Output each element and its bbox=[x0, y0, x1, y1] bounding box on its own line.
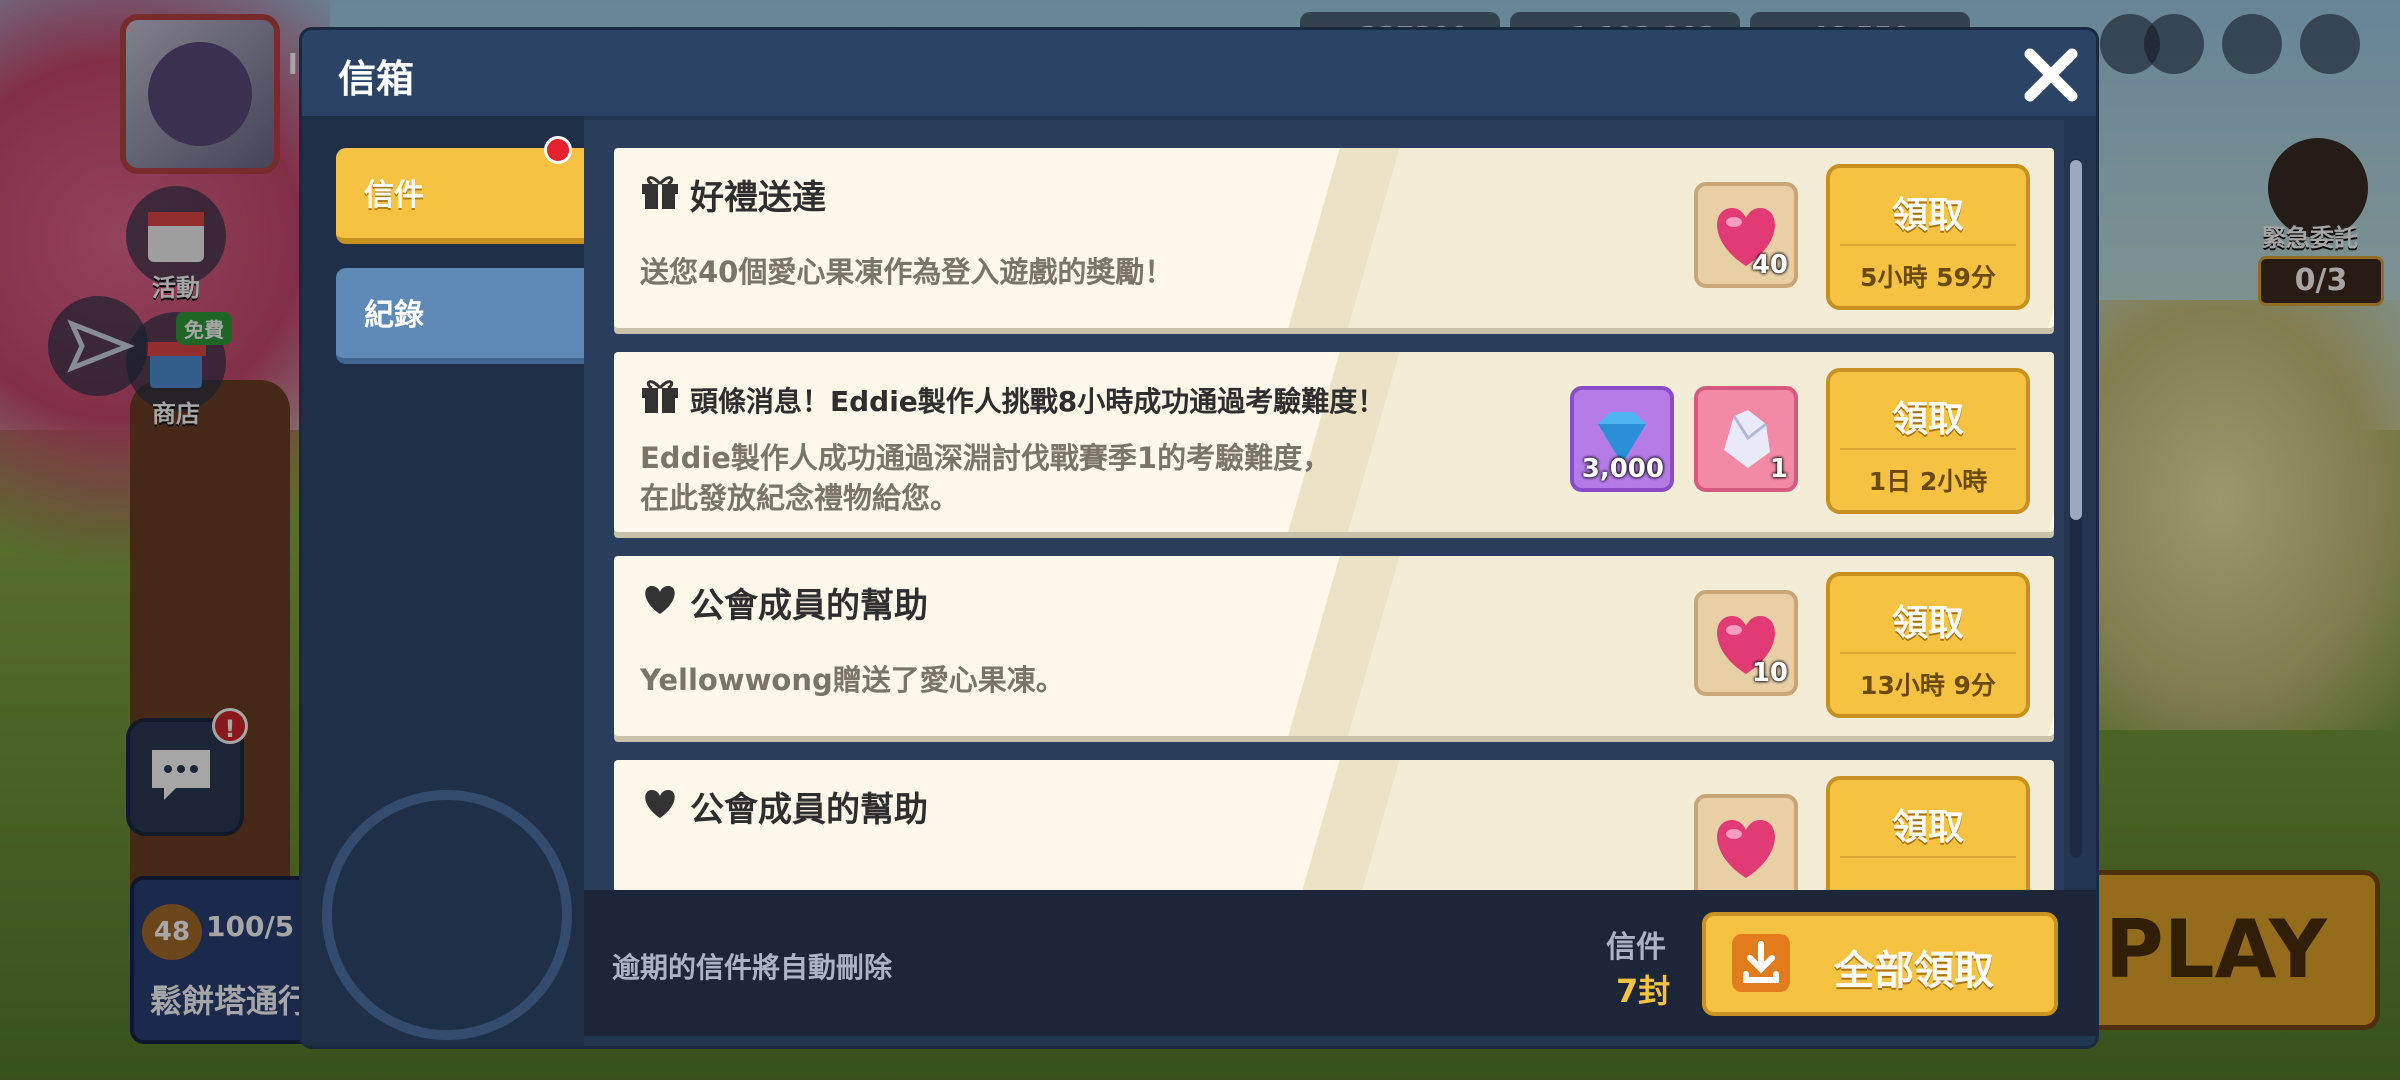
tab-history[interactable]: 紀錄 bbox=[336, 268, 592, 364]
expiry-note: 逾期的信件將自動刪除 bbox=[612, 951, 893, 984]
claim-all-label: 全部領取 bbox=[1834, 948, 1994, 994]
reward-item[interactable]: 40 bbox=[1694, 182, 1798, 288]
heart-jelly-icon bbox=[1717, 820, 1775, 878]
claim-time-left: 5小時 59分 bbox=[1860, 263, 1996, 292]
mail-item: 頭條消息！Eddie製作人挑戰8小時成功通過考驗難度！ Eddie製作人成功通過… bbox=[614, 352, 2054, 532]
claim-divider bbox=[1840, 448, 2016, 450]
claim-button[interactable]: 領取 5小時 59分 bbox=[1826, 164, 2030, 310]
dialog-title: 信箱 bbox=[338, 57, 415, 101]
mail-item: 公會成員的幫助 領取 bbox=[614, 760, 2054, 890]
mail-title: 公會成員的幫助 bbox=[690, 586, 928, 626]
reward-count: 3,000 bbox=[1581, 454, 1664, 484]
scrollbar-thumb[interactable] bbox=[2070, 160, 2082, 520]
tab-mail-notification-dot bbox=[544, 136, 572, 164]
reward-count: 10 bbox=[1751, 658, 1788, 688]
mail-title: 好禮送達 bbox=[690, 178, 826, 218]
claim-divider bbox=[1840, 244, 2016, 246]
claim-button[interactable]: 領取 13小時 9分 bbox=[1826, 572, 2030, 718]
reward-item[interactable]: 3,000 bbox=[1570, 386, 1674, 492]
mail-title: 公會成員的幫助 bbox=[690, 790, 928, 830]
mail-list[interactable]: 好禮送達 送您40個愛心果凍作為登入遊戲的獎勵！ 40 領取 5小時 59分 頭… bbox=[584, 120, 2064, 890]
heart-icon bbox=[645, 790, 675, 818]
gift-icon bbox=[642, 380, 678, 413]
mail-item: 公會成員的幫助 Yellowwong贈送了愛心果凍。 10 領取 13小時 9分 bbox=[614, 556, 2054, 736]
mail-body: Yellowwong贈送了愛心果凍。 bbox=[640, 663, 1065, 697]
claim-button[interactable]: 領取 1日 2小時 bbox=[1826, 368, 2030, 514]
mail-body: 送您40個愛心果凍作為登入遊戲的獎勵！ bbox=[640, 255, 1174, 289]
claim-divider bbox=[1840, 856, 2016, 858]
gift-icon bbox=[642, 176, 678, 209]
mail-body: Eddie製作人成功通過深淵討伐戰賽季1的考驗難度，在此發放紀念禮物給您。 bbox=[640, 441, 1332, 515]
download-icon bbox=[1732, 934, 1790, 992]
mail-item: 好禮送達 送您40個愛心果凍作為登入遊戲的獎勵！ 40 領取 5小時 59分 bbox=[614, 148, 2054, 328]
claim-divider bbox=[1840, 652, 2016, 654]
reward-item[interactable]: 1 bbox=[1694, 386, 1798, 492]
reward-count: 1 bbox=[1769, 454, 1788, 484]
claim-label: 領取 bbox=[1891, 807, 1964, 848]
mail-count-value: 7封 bbox=[1616, 972, 1671, 1010]
claim-label: 領取 bbox=[1891, 399, 1964, 440]
mail-count-label: 信件 bbox=[1606, 930, 1666, 965]
cookie-mascot-watermark bbox=[322, 790, 572, 1040]
close-icon bbox=[2024, 48, 2078, 102]
mail-title: 頭條消息！Eddie製作人挑戰8小時成功通過考驗難度！ bbox=[690, 385, 1386, 418]
heart-icon bbox=[645, 586, 675, 614]
claim-time-left: 13小時 9分 bbox=[1860, 671, 1996, 700]
dialog-header bbox=[302, 30, 2096, 116]
claim-label: 領取 bbox=[1891, 603, 1964, 644]
claim-button[interactable]: 領取 bbox=[1826, 776, 2030, 890]
reward-count: 40 bbox=[1751, 250, 1788, 280]
reward-item[interactable]: 10 bbox=[1694, 590, 1798, 696]
claim-label: 領取 bbox=[1891, 195, 1964, 236]
close-button[interactable] bbox=[2016, 40, 2086, 110]
reward-item[interactable] bbox=[1694, 794, 1798, 890]
claim-time-left: 1日 2小時 bbox=[1868, 467, 1988, 496]
